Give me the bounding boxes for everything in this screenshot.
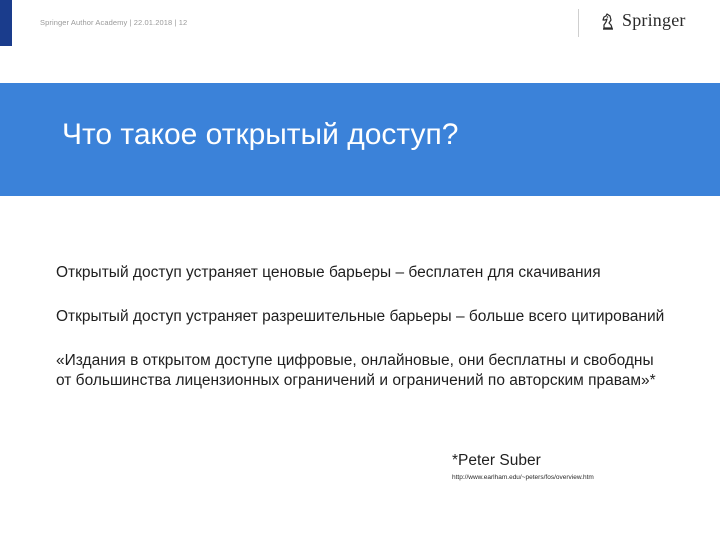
- slide-content: Открытый доступ устраняет ценовые барьер…: [56, 263, 666, 415]
- header-meta: Springer Author Academy | 22.01.2018 | 1…: [40, 18, 188, 27]
- quote-attribution: *Peter Suber: [452, 452, 541, 469]
- springer-logo: Springer: [598, 10, 686, 31]
- left-accent-bar: [0, 0, 12, 46]
- header-divider: [578, 9, 579, 37]
- paragraph-quote: «Издания в открытом доступе цифровые, он…: [56, 352, 656, 389]
- chess-knight-icon: [602, 12, 613, 30]
- source-url: http://www.earlham.edu/~peters/fos/overv…: [452, 474, 594, 481]
- slide-title: Что такое открытый доступ?: [62, 118, 459, 151]
- paragraph-price-barriers: Открытый доступ устраняет ценовые барьер…: [56, 264, 601, 281]
- paragraph-permission-barriers: Открытый доступ устраняет разрешительные…: [56, 308, 665, 325]
- logo-text: Springer: [622, 10, 686, 30]
